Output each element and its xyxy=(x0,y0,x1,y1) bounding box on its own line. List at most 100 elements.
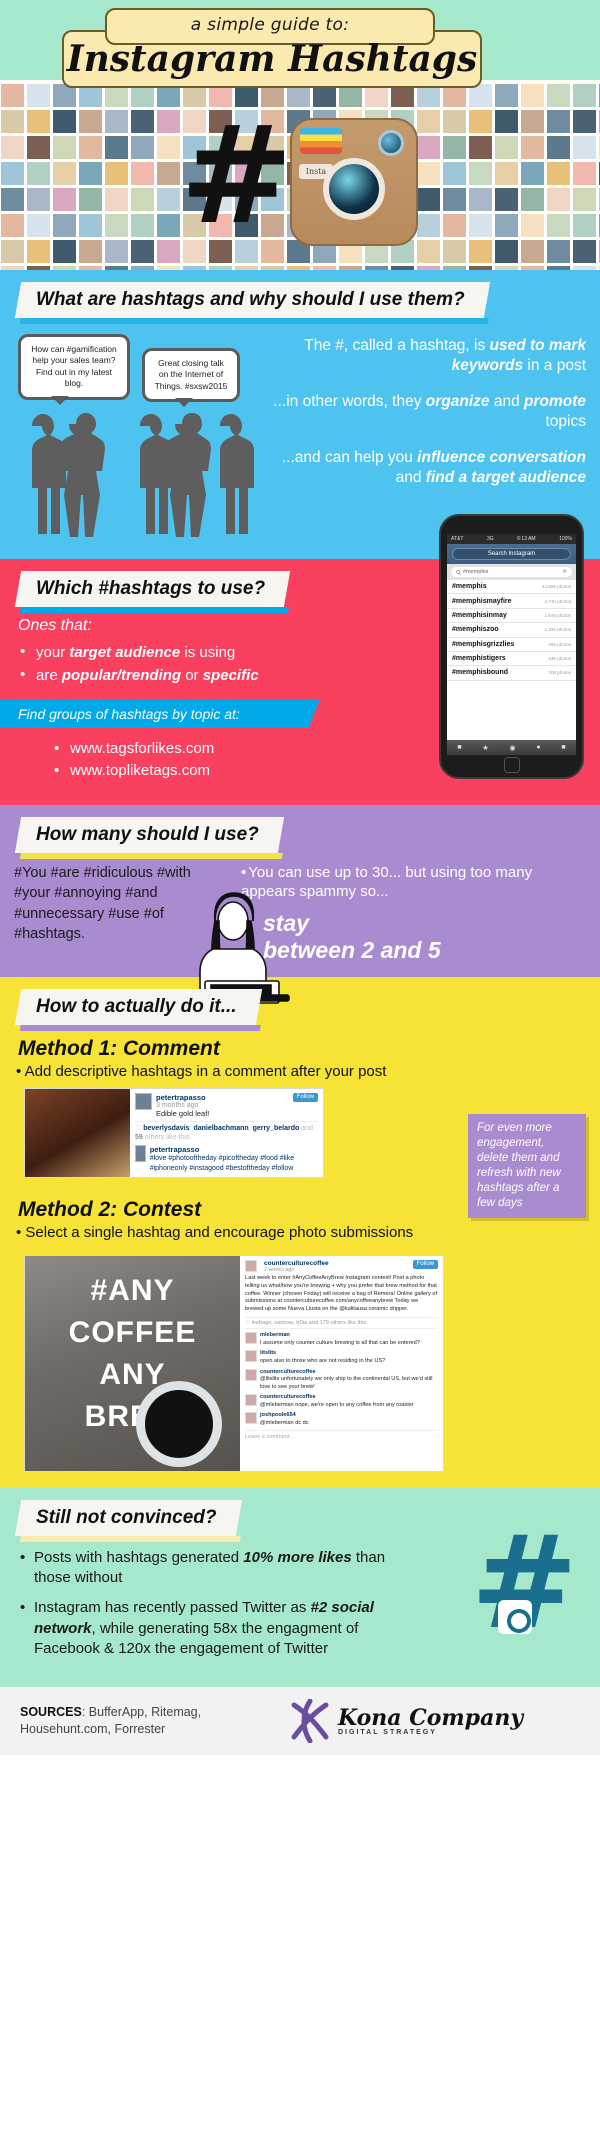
hashtag-photo-count: 466 photos xyxy=(548,641,571,647)
mosaic-tile xyxy=(468,187,493,212)
phone-home-button[interactable] xyxy=(503,757,520,773)
mosaic-tile xyxy=(572,161,597,186)
mosaic-tile xyxy=(104,213,129,238)
mosaic-tile xyxy=(0,109,25,134)
clear-icon[interactable]: ✖ xyxy=(562,569,567,575)
post2-username[interactable]: counterculturecoffee xyxy=(264,1260,329,1267)
heading-wrap-howmany: How many should I use? xyxy=(0,805,600,859)
mosaic-tile xyxy=(130,161,155,186)
mosaic-tile xyxy=(572,83,597,108)
page-title: Instagram Hashtags xyxy=(66,38,478,80)
hashtag-result-row[interactable]: #memphistigers 435 photos xyxy=(447,651,576,667)
mosaic-tile xyxy=(0,135,25,160)
mosaic-tile xyxy=(546,239,571,264)
mosaic-tile xyxy=(442,213,467,238)
search-input-value: #memphis xyxy=(463,569,489,575)
hashtag-label: #memphisinmay xyxy=(452,611,507,619)
avatar xyxy=(245,1332,257,1345)
mosaic-tile xyxy=(130,213,155,238)
post-username[interactable]: petertrapasso xyxy=(156,1093,209,1102)
post-likes-row: ♡ beverlysdavis, danielbachmann, gerry_b… xyxy=(135,1120,318,1143)
heading-which: Which #hashtags to use? xyxy=(14,571,291,607)
mosaic-tile xyxy=(104,109,129,134)
avatar xyxy=(135,1145,146,1163)
find-groups-bar: Find groups of hashtags by topic at: xyxy=(0,699,300,728)
search-instagram-button[interactable]: Search Instagram xyxy=(452,548,571,560)
phone-search-row: #memphis ✖ xyxy=(447,564,576,580)
heart-icon: ♡ xyxy=(245,1320,251,1327)
hashtag-result-row[interactable]: #memphismayfire 4,740 photos xyxy=(447,594,576,609)
comment-username[interactable]: petertrapasso xyxy=(150,1145,318,1154)
star-icon[interactable]: ★ xyxy=(482,744,488,752)
mosaic-tile xyxy=(442,135,467,160)
hashtag-photo-count: 44,559 photos xyxy=(541,584,571,590)
hashtag-result-row[interactable]: #memphisinmay 1,549 photos xyxy=(447,608,576,624)
list-item: your target audience is using xyxy=(14,640,286,664)
comment-body: counterculturecoffee @mleberman nope, we'… xyxy=(260,1394,414,1409)
comment-username[interactable]: mleberman xyxy=(260,1332,290,1338)
comment-username[interactable]: joshpoole654 xyxy=(260,1412,296,1418)
method1-bullet: • Add descriptive hashtags in a comment … xyxy=(16,1062,387,1080)
instagram-glyph-icon xyxy=(498,1599,532,1634)
howmany-body: #You #are #ridiculous #with #your #annoy… xyxy=(0,859,600,1004)
which-lead: Ones that: xyxy=(18,617,92,634)
hashtag-result-row[interactable]: #memphiszoo 1,436 photos xyxy=(447,623,576,638)
mosaic-tile xyxy=(52,187,77,212)
comment-username[interactable]: counterculturecoffee xyxy=(260,1369,316,1375)
phone-nav-bar: Search Instagram xyxy=(447,544,576,564)
comment-body: counterculturecoffee @litslits unfortunat… xyxy=(260,1369,438,1392)
mosaic-tile xyxy=(78,213,103,238)
mosaic-tile xyxy=(0,213,25,238)
heart-icon: ♡ xyxy=(135,1124,142,1132)
phone-tab-bar[interactable]: ■ ★ ◉ ● ■ xyxy=(447,740,576,755)
comment-username[interactable]: counterculturecoffee xyxy=(260,1394,316,1400)
mosaic-tile xyxy=(130,239,155,264)
carrier-label: AT&T xyxy=(451,536,464,542)
comment-placeholder: Leave a comment... xyxy=(245,1434,295,1441)
heading-howmany-text: How many should I use? xyxy=(36,823,259,845)
method2-bullet: • Select a single hashtag and encourage … xyxy=(16,1223,414,1241)
method1-title: Method 1: Comment xyxy=(18,1036,220,1060)
more-icon[interactable]: ⋯ xyxy=(432,1434,438,1440)
follow-button[interactable]: Follow xyxy=(292,1092,318,1102)
avatar xyxy=(245,1412,257,1425)
comment-input-row[interactable]: Leave a comment... ⋯ xyxy=(245,1430,438,1440)
mosaic-tile xyxy=(468,213,493,238)
mosaic-tile xyxy=(52,213,77,238)
camera-stripe xyxy=(300,128,342,154)
profile-icon[interactable]: ■ xyxy=(561,744,565,751)
mosaic-tile xyxy=(520,83,545,108)
comment-username[interactable]: litslits xyxy=(260,1350,276,1356)
convinced-bullets: Posts with hashtags generated 10% more l… xyxy=(0,1542,400,1660)
camera-icon[interactable]: ◉ xyxy=(509,744,515,752)
mosaic-tile xyxy=(0,239,25,264)
mosaic-tile xyxy=(494,239,519,264)
mosaic-tile xyxy=(0,161,25,186)
search-input[interactable]: #memphis ✖ xyxy=(451,567,572,577)
mosaic-tile xyxy=(494,109,519,134)
photo-word-1: #ANY xyxy=(90,1273,175,1307)
sources-text: SOURCES: BufferApp, Ritemag, Househunt.c… xyxy=(20,1704,270,1739)
mosaic-tile xyxy=(416,239,441,264)
mosaic-tile xyxy=(104,187,129,212)
follow-button[interactable]: Follow xyxy=(412,1259,438,1269)
hashtag-result-row[interactable]: #memphisgrizzlies 466 photos xyxy=(447,637,576,652)
hashtag-results-list[interactable]: #memphis 44,559 photos #memphismayfire 4,74… xyxy=(447,580,576,681)
hashtag-result-row[interactable]: #memphis 44,559 photos xyxy=(447,580,576,595)
mosaic-tile xyxy=(130,135,155,160)
mosaic-tile xyxy=(156,239,181,264)
home-icon[interactable]: ■ xyxy=(457,744,461,751)
mosaic-tile xyxy=(104,239,129,264)
mosaic-tile xyxy=(546,109,571,134)
find-groups-text: Find groups of hashtags by topic at: xyxy=(18,705,240,722)
photo-mosaic: # Insta xyxy=(0,80,600,270)
post2-timestamp: 2 weeks ago xyxy=(264,1266,295,1273)
hashtag-label: #memphistigers xyxy=(452,655,506,663)
mosaic-tile xyxy=(572,239,597,264)
comment-icon[interactable]: ● xyxy=(536,744,540,751)
network-label: 3G xyxy=(487,536,494,542)
comment-text: @litslits unfortunately we only ship to … xyxy=(260,1376,433,1390)
hashtag-result-row[interactable]: #memphisbound 308 photos xyxy=(447,666,576,681)
post2-comments: mleberman I assume only counter culture b… xyxy=(245,1332,438,1427)
mosaic-tile xyxy=(494,187,519,212)
